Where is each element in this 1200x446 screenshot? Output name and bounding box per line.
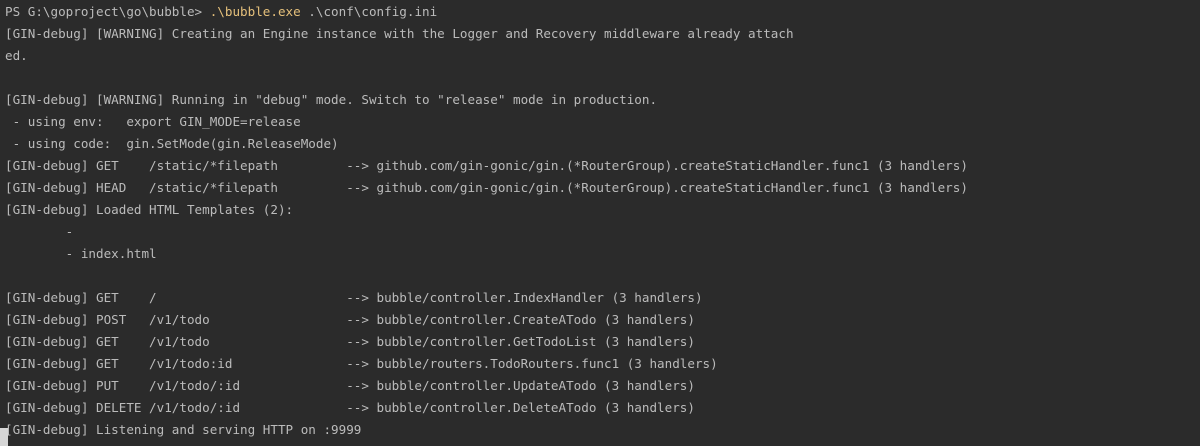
output-line: [GIN-debug] PUT /v1/todo/:id --> bubble/… xyxy=(5,378,695,393)
command-executable: .\bubble.exe xyxy=(209,4,301,19)
output-line: - xyxy=(5,224,74,239)
output-line: - using env: export GIN_MODE=release xyxy=(5,114,301,129)
output-line: - index.html xyxy=(5,246,157,261)
output-line: [GIN-debug] [WARNING] Running in "debug"… xyxy=(5,92,658,107)
output-line: [GIN-debug] [WARNING] Creating an Engine… xyxy=(5,26,794,41)
output-line: [GIN-debug] GET / --> bubble/controller.… xyxy=(5,290,703,305)
output-line: - using code: gin.SetMode(gin.ReleaseMod… xyxy=(5,136,339,151)
output-line: [GIN-debug] POST /v1/todo --> bubble/con… xyxy=(5,312,695,327)
output-line: [GIN-debug] GET /v1/todo:id --> bubble/r… xyxy=(5,356,718,371)
command-arguments: .\conf\config.ini xyxy=(300,4,438,19)
terminal-cursor xyxy=(0,428,8,446)
shell-prompt: PS G:\goproject\go\bubble> xyxy=(5,4,210,19)
output-line: [GIN-debug] DELETE /v1/todo/:id --> bubb… xyxy=(5,400,695,415)
output-line: [GIN-debug] HEAD /static/*filepath --> g… xyxy=(5,180,968,195)
terminal-window[interactable]: PS G:\goproject\go\bubble> .\bubble.exe … xyxy=(0,0,1200,446)
output-line: [GIN-debug] Loaded HTML Templates (2): xyxy=(5,202,294,217)
command-line: PS G:\goproject\go\bubble> .\bubble.exe … xyxy=(5,1,1200,23)
output-line: ed. xyxy=(5,48,28,63)
output-line: [GIN-debug] GET /v1/todo --> bubble/cont… xyxy=(5,334,695,349)
output-line: [GIN-debug] Listening and serving HTTP o… xyxy=(5,422,362,437)
output-line: [GIN-debug] GET /static/*filepath --> gi… xyxy=(5,158,968,173)
